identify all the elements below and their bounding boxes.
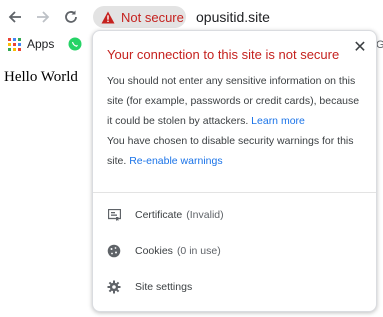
certificate-label: Certificate — [135, 209, 183, 221]
reload-icon — [65, 10, 77, 23]
forward-arrow-icon — [37, 11, 50, 23]
bookmark-whatsapp[interactable] — [68, 37, 82, 51]
back-button[interactable] — [5, 7, 25, 27]
reenable-warnings-link[interactable]: Re-enable warnings — [129, 155, 222, 167]
url-text: opusitid.site — [196, 9, 270, 25]
disabled-warnings-paragraph: You have chosen to disable security warn… — [107, 131, 367, 171]
bookmark-apps[interactable]: Apps — [8, 37, 54, 51]
close-icon[interactable]: ✕ — [351, 39, 369, 57]
site-settings-label: Site settings — [135, 281, 193, 293]
site-info-popup: Your connection to this site is not secu… — [92, 30, 377, 312]
site-settings-row[interactable]: Site settings — [93, 270, 376, 304]
warning-text: You should not enter any sensitive infor… — [107, 75, 360, 127]
cookies-count: (0 in use) — [176, 245, 221, 257]
omnibox[interactable]: Not secure opusitid.site — [88, 5, 383, 29]
learn-more-link[interactable]: Learn more — [251, 115, 305, 127]
divider — [93, 192, 376, 193]
certificate-icon — [107, 208, 121, 222]
forward-button[interactable] — [33, 7, 53, 27]
browser-toolbar: Not secure opusitid.site — [0, 0, 383, 34]
security-chip-label: Not secure — [121, 9, 184, 25]
cookie-icon — [107, 244, 121, 258]
security-chip[interactable]: Not secure — [93, 6, 186, 28]
cookies-row[interactable]: Cookies (0 in use) — [93, 234, 376, 268]
cookies-label: Cookies — [135, 245, 173, 257]
warning-icon — [101, 11, 115, 24]
apps-grid-icon — [8, 37, 21, 51]
bookmark-overflow-text: G — [376, 39, 383, 51]
warning-paragraph: You should not enter any sensitive infor… — [107, 71, 367, 131]
back-arrow-icon — [8, 11, 21, 23]
gear-icon — [107, 280, 121, 294]
apps-label: Apps — [27, 37, 55, 51]
reload-button[interactable] — [61, 7, 81, 27]
certificate-status: (Invalid) — [186, 209, 224, 221]
page-body-text: Hello World — [4, 69, 78, 85]
whatsapp-icon — [68, 37, 82, 51]
certificate-row[interactable]: Certificate (Invalid) — [93, 198, 376, 232]
popup-title: Your connection to this site is not secu… — [107, 47, 340, 62]
